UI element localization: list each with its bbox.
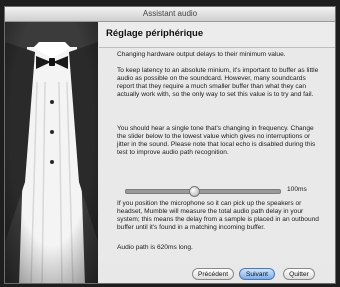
quit-button[interactable]: Quitter bbox=[283, 268, 315, 280]
slider-thumb[interactable] bbox=[188, 186, 200, 197]
output-delay-slider[interactable] bbox=[125, 186, 281, 197]
microphone-instructions-text: If you position the microphone so it can… bbox=[117, 200, 319, 232]
tuxedo-illustration bbox=[5, 22, 98, 283]
previous-button[interactable]: Précédent bbox=[192, 268, 234, 280]
intro-text: Changing hardware output delays to their… bbox=[117, 51, 286, 58]
window-title: Assistant audio bbox=[5, 7, 335, 22]
wizard-window: Assistant audio Réglage périphérique Cha… bbox=[4, 6, 336, 284]
page-content: Changing hardware output delays to their… bbox=[99, 48, 335, 263]
wizard-side-image bbox=[5, 22, 98, 283]
slider-value-label: 100ms bbox=[287, 186, 307, 193]
page-header: Réglage périphérique bbox=[99, 22, 335, 48]
tone-instructions-text: You should hear a single tone that's cha… bbox=[117, 125, 316, 157]
wizard-button-bar: Précédent Suivant Quitter bbox=[99, 265, 335, 283]
next-button[interactable]: Suivant bbox=[239, 268, 275, 280]
page-title: Réglage périphérique bbox=[106, 28, 204, 39]
latency-explanation-text: To keep latency to an absolute minium, i… bbox=[117, 67, 319, 99]
audio-path-status-text: Audio path is 620ms long. bbox=[117, 244, 193, 251]
